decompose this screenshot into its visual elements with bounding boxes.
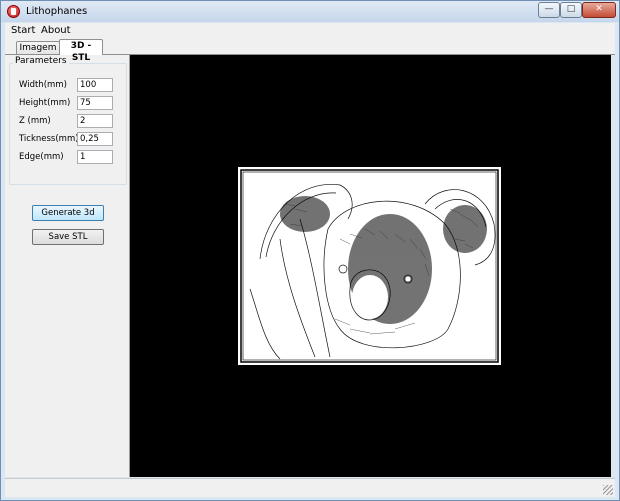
- app-icon: [7, 5, 20, 18]
- close-button[interactable]: ✕: [582, 2, 616, 18]
- lithophane-preview: [238, 167, 501, 365]
- menu-about[interactable]: About: [41, 25, 71, 36]
- height-label: Height(mm): [19, 98, 71, 108]
- z-input[interactable]: 2: [77, 114, 113, 128]
- z-label: Z (mm): [19, 116, 51, 126]
- maximize-button[interactable]: □: [560, 2, 582, 18]
- parameters-title: Parameters: [13, 56, 69, 66]
- height-input[interactable]: 75: [77, 96, 113, 110]
- save-stl-button[interactable]: Save STL: [32, 229, 104, 245]
- edge-label: Edge(mm): [19, 152, 64, 162]
- resize-grip-icon[interactable]: [603, 485, 613, 495]
- 3d-viewport[interactable]: [130, 55, 611, 477]
- edge-input[interactable]: 1: [77, 150, 113, 164]
- koala-sketch-image: [240, 169, 499, 363]
- tab-imagem[interactable]: Imagem: [16, 41, 60, 54]
- status-bar: [5, 478, 615, 497]
- minimize-button[interactable]: —: [538, 2, 560, 18]
- parameters-panel: Parameters Width(mm) 100 Height(mm) 75 Z…: [5, 55, 130, 477]
- menu-bar: Start About: [5, 23, 615, 39]
- thickness-input[interactable]: 0,25: [77, 132, 113, 146]
- app-window: Lithophanes — □ ✕ Start About Imagem 3D …: [0, 0, 620, 501]
- thickness-label: Tickness(mm): [19, 134, 79, 144]
- title-bar[interactable]: Lithophanes — □ ✕: [1, 1, 619, 22]
- window-title: Lithophanes: [26, 6, 88, 17]
- width-label: Width(mm): [19, 80, 67, 90]
- tab-3d-stl[interactable]: 3D - STL: [59, 39, 103, 63]
- menu-start[interactable]: Start: [11, 25, 35, 36]
- tab-bar: Imagem 3D - STL: [5, 39, 615, 63]
- width-input[interactable]: 100: [77, 78, 113, 92]
- generate-3d-button[interactable]: Generate 3d: [32, 205, 104, 221]
